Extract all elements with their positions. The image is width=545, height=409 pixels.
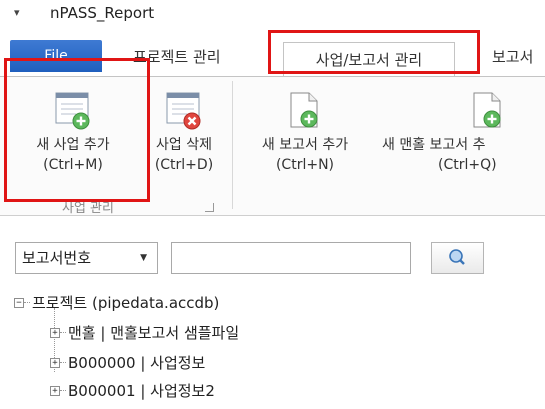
collapse-icon[interactable]: −	[14, 298, 24, 308]
group-dialog-launcher-icon[interactable]	[205, 203, 214, 212]
tree-connector	[60, 390, 66, 391]
document-x-icon	[165, 91, 203, 131]
tree-node[interactable]: 맨홀 | 맨홀보고서 샘플파일	[68, 322, 239, 343]
tab-highlight-box	[268, 30, 480, 74]
tree-connector	[60, 362, 66, 363]
expand-icon[interactable]: +	[50, 386, 60, 396]
document-page-plus-icon	[287, 91, 323, 131]
tree-root-node[interactable]: 프로젝트 (pipedata.accdb)	[32, 292, 219, 313]
button-highlight-box	[4, 58, 150, 202]
new-manhole-report-label: 새 맨홀 보고서 추	[382, 137, 486, 153]
dropdown-arrow-icon: ▼	[140, 253, 147, 263]
new-manhole-report-shortcut: (Ctrl+Q)	[438, 157, 497, 173]
new-report-label: 새 보고서 추가	[261, 137, 349, 153]
document-page-plus-icon	[470, 91, 506, 131]
expand-icon[interactable]: +	[50, 328, 60, 338]
search-button[interactable]	[431, 242, 484, 274]
new-manhole-report-button[interactable]: 새 맨홀 보고서 추 (Ctrl+Q)	[382, 91, 542, 175]
magnifier-icon	[449, 249, 465, 265]
delete-business-button[interactable]: 사업 삭제 (Ctrl+D)	[140, 91, 228, 175]
tab-report[interactable]: 보고서	[492, 46, 533, 67]
expand-icon[interactable]: +	[50, 358, 60, 368]
tree-node[interactable]: B000000 | 사업정보	[68, 352, 205, 373]
delete-business-shortcut: (Ctrl+D)	[154, 157, 214, 173]
search-row: 보고서번호 ▼	[0, 240, 545, 280]
title-bar: ▾ nPASS_Report	[0, 0, 545, 30]
search-input[interactable]	[171, 242, 411, 274]
search-field-dropdown[interactable]: 보고서번호 ▼	[15, 242, 158, 274]
tree-connector	[24, 302, 30, 303]
new-report-button[interactable]: 새 보고서 추가 (Ctrl+N)	[240, 91, 370, 175]
group-separator	[232, 81, 233, 209]
search-field-selected: 보고서번호	[22, 249, 92, 267]
tree-node[interactable]: B000001 | 사업정보2	[68, 380, 215, 401]
new-report-shortcut: (Ctrl+N)	[275, 157, 335, 173]
tree-connector	[60, 332, 66, 333]
quick-access-dropdown-icon[interactable]: ▾	[14, 6, 20, 19]
window-title: nPASS_Report	[50, 4, 155, 22]
delete-business-label: 사업 삭제	[156, 137, 212, 153]
